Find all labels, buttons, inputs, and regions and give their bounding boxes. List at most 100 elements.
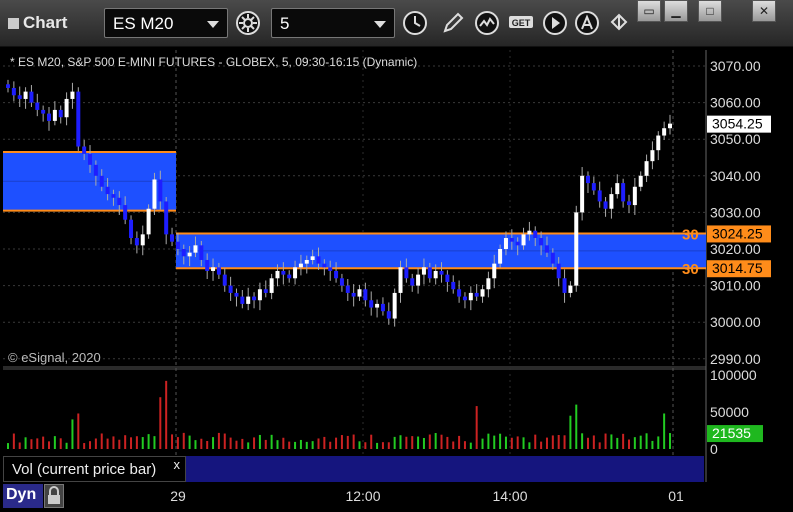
candle-body	[562, 278, 567, 293]
candle-body	[252, 296, 257, 301]
candle-body	[668, 123, 672, 129]
candle-body	[339, 278, 344, 286]
candle-body	[64, 98, 69, 118]
candle-body	[216, 267, 221, 275]
candle-body	[632, 186, 637, 206]
candle-body	[351, 292, 356, 297]
candle-body	[23, 91, 28, 99]
chart-canvas[interactable]: 3070.00 3060.00 3050.00 3040.00 3030.00 3020.…	[0, 0, 793, 510]
candle-body	[515, 241, 520, 246]
price-tick-label: 3010.00	[710, 278, 761, 294]
candle-body	[164, 201, 169, 235]
candle-body	[427, 267, 432, 279]
candle-body	[293, 267, 298, 279]
candle-body	[222, 274, 227, 286]
candle-body	[357, 289, 362, 297]
candle-body	[656, 135, 661, 151]
candle-body	[193, 245, 198, 253]
candle-body	[568, 285, 573, 293]
candle-body	[140, 234, 145, 246]
candle-body	[480, 289, 485, 297]
candle-body	[316, 256, 321, 264]
candle-body	[88, 153, 93, 165]
candle-body	[439, 270, 444, 275]
zone-price-value: 3024.25	[712, 225, 763, 241]
candle-body	[421, 267, 426, 275]
candle-body	[416, 274, 421, 286]
candle-body	[47, 113, 52, 121]
candle-body	[468, 292, 473, 301]
study-strip	[186, 456, 704, 482]
candle-body	[609, 194, 614, 209]
price-tick-label: 2990.00	[710, 351, 761, 367]
time-tick-label: 14:00	[492, 488, 527, 504]
candle-body	[199, 245, 204, 260]
candle-body	[234, 292, 239, 297]
candle-body	[345, 285, 350, 293]
candle-body	[334, 270, 339, 279]
candle-body	[539, 238, 544, 246]
candle-body	[93, 164, 98, 176]
lock-icon[interactable]	[44, 484, 64, 508]
candle-body	[603, 201, 608, 209]
candle-body	[111, 194, 116, 198]
candle-body	[451, 281, 456, 290]
candle-body	[17, 95, 22, 99]
price-tick-label: 3020.00	[710, 241, 761, 257]
candle-body	[123, 205, 128, 220]
study-label[interactable]: Vol (current price bar) x	[3, 456, 186, 482]
candle-body	[146, 208, 151, 235]
last-price-value: 3054.25	[712, 116, 763, 132]
candle-body	[457, 289, 462, 297]
candle-body	[170, 234, 175, 242]
candle-body	[621, 183, 626, 202]
candle-body	[626, 201, 631, 206]
candle-body	[380, 303, 385, 312]
candle-body	[257, 289, 262, 301]
candle-body	[76, 91, 81, 147]
candle-body	[158, 179, 163, 202]
panel-separator[interactable]	[3, 366, 706, 370]
candle-body	[404, 267, 409, 279]
candle-body	[375, 303, 380, 308]
candle-body	[386, 311, 391, 319]
candle-body	[509, 238, 514, 242]
candle-body	[134, 238, 139, 246]
candle-body	[328, 267, 333, 271]
candle-body	[574, 212, 579, 286]
candle-body	[474, 292, 479, 297]
candle-body	[269, 278, 274, 293]
candle-body	[240, 296, 245, 304]
candle-body	[228, 285, 233, 293]
candle-body	[263, 289, 268, 293]
candle-body	[105, 186, 110, 195]
candle-body	[35, 102, 40, 110]
candle-body	[410, 278, 415, 286]
candle-body	[52, 109, 57, 121]
candle-body	[99, 175, 104, 187]
candle-body	[281, 270, 286, 275]
candle-body	[29, 91, 34, 103]
candle-body	[369, 300, 374, 308]
zone-tag: 30	[682, 261, 699, 278]
candle-body	[152, 179, 157, 209]
candle-body	[521, 234, 526, 246]
candle-body	[117, 197, 122, 206]
candle-body	[275, 270, 280, 279]
candle-body	[398, 267, 403, 293]
candle-body	[363, 289, 368, 301]
candle-body	[175, 241, 180, 249]
candle-body	[650, 150, 655, 162]
candle-body	[41, 109, 46, 114]
candle-body	[82, 146, 87, 154]
candle-body	[211, 267, 216, 271]
volume-tick-label: 0	[710, 441, 718, 457]
candle-body	[544, 245, 549, 253]
close-study-icon[interactable]: x	[174, 457, 181, 472]
candle-body	[638, 175, 643, 187]
candle-body	[550, 252, 555, 264]
price-tick-label: 3070.00	[710, 58, 761, 74]
candle-body	[205, 259, 210, 271]
candle-body	[392, 292, 397, 319]
dyn-button[interactable]: Dyn	[3, 484, 43, 508]
